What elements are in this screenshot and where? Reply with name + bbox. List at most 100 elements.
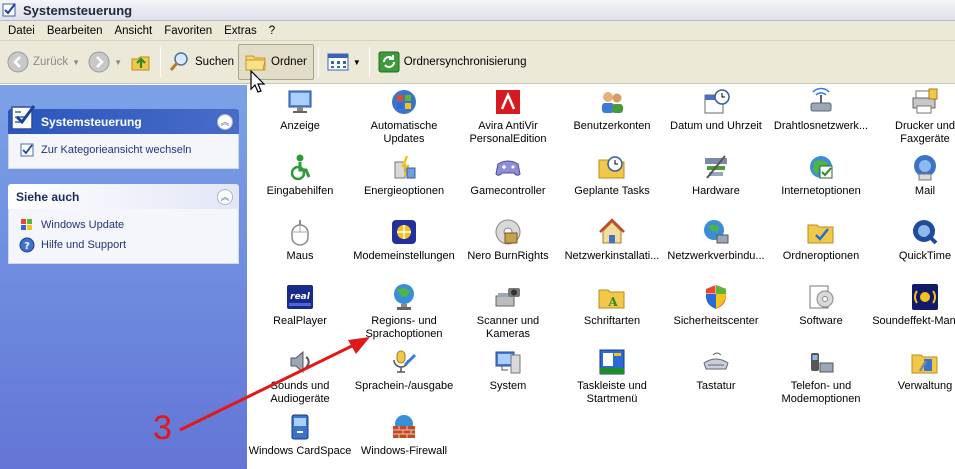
- control-panel-item[interactable]: Datum und Uhrzeit: [663, 87, 769, 133]
- control-panel-item-label: Datum und Uhrzeit: [670, 120, 762, 132]
- control-panel-item[interactable]: Verwaltung: [872, 347, 955, 393]
- wireless-icon: [810, 87, 832, 112]
- control-panel-item[interactable]: Regions- und Sprachoptionen: [351, 282, 457, 341]
- control-panel-item[interactable]: Automatische Updates: [351, 87, 457, 146]
- search-button[interactable]: Suchen: [165, 44, 238, 80]
- menu-help[interactable]: ?: [263, 25, 281, 37]
- control-panel-item[interactable]: Internetoptionen: [768, 152, 874, 198]
- menu-favoriten[interactable]: Favoriten: [158, 25, 218, 37]
- up-folder-button[interactable]: [126, 44, 156, 80]
- control-panel-item[interactable]: Telefon- und Modemoptionen: [768, 347, 874, 406]
- keyboard-icon: [703, 352, 729, 370]
- control-panel-item[interactable]: Software: [768, 282, 874, 328]
- control-panel-item-label: Scanner und Kameras: [476, 315, 540, 340]
- views-dropdown-icon[interactable]: ▼: [353, 58, 361, 67]
- up-folder-icon: [131, 56, 150, 71]
- control-panel-item-label: Windows CardSpace: [248, 445, 352, 457]
- firewall-icon: [393, 415, 415, 438]
- scanner-camera-icon: [495, 288, 520, 307]
- windows-update-label: Windows Update: [41, 219, 125, 231]
- collapse-chevron-icon[interactable]: ︽: [217, 188, 233, 205]
- windows-update-link[interactable]: Windows Update: [19, 215, 230, 235]
- folder-options-icon: [807, 224, 834, 244]
- help-and-support-label: Hilfe und Support: [41, 239, 126, 251]
- fonts-icon: A: [598, 289, 625, 309]
- control-panel-item[interactable]: Eingabehilfen: [247, 152, 353, 198]
- control-panel-item[interactable]: Scanner und Kameras: [455, 282, 561, 341]
- control-panel-item[interactable]: Netzwerkverbindu...: [663, 217, 769, 263]
- network-setup-icon: [599, 218, 625, 244]
- control-panel-item[interactable]: Modemeinstellungen: [351, 217, 457, 263]
- control-panel-item[interactable]: Sounds und Audiogeräte: [247, 347, 353, 406]
- control-panel-item[interactable]: Soundeffekt-Manager: [872, 282, 955, 328]
- control-panel-item-label: Avira AntiVir PersonalEdition: [469, 120, 547, 145]
- toolbar-separator: [317, 47, 319, 77]
- views-button[interactable]: ▼: [323, 44, 365, 80]
- control-panel-item-label: Telefon- und Modemoptionen: [781, 380, 861, 405]
- control-panel-item-label: Internetoptionen: [781, 185, 861, 197]
- control-panel-item[interactable]: Benutzerkonten: [559, 87, 665, 133]
- see-also-section-header[interactable]: Siehe auch ︽: [8, 184, 239, 209]
- task-pane: Systemsteuerung ︽ Zur Kategorieansicht w…: [0, 85, 247, 469]
- speech-icon: [393, 350, 417, 373]
- sync-icon: [378, 51, 400, 73]
- control-panel-item[interactable]: Tastatur: [663, 347, 769, 393]
- control-panel-item[interactable]: Energieoptionen: [351, 152, 457, 198]
- control-panel-item[interactable]: Drahtlosnetzwerk...: [768, 87, 874, 133]
- soundeffect-manager-icon: [912, 284, 938, 310]
- control-panel-item[interactable]: A Schriftarten: [559, 282, 665, 328]
- control-panel-item[interactable]: Geplante Tasks: [559, 152, 665, 198]
- control-panel-item-label: Tastatur: [696, 380, 736, 392]
- control-panel-icon: [2, 3, 16, 17]
- control-panel-item[interactable]: real RealPlayer: [247, 282, 353, 328]
- control-panel-item[interactable]: Ordneroptionen: [768, 217, 874, 263]
- control-panel-item[interactable]: Nero BurnRights: [455, 217, 561, 263]
- forward-button[interactable]: ▼: [84, 44, 126, 80]
- collapse-chevron-icon[interactable]: ︽: [217, 113, 233, 130]
- control-panel-item-label: Anzeige: [280, 120, 320, 132]
- control-panel-item-label: Sprachein-/ausgabe: [354, 380, 454, 392]
- internet-options-icon: [810, 156, 833, 179]
- control-panel-section-title: Systemsteuerung: [41, 114, 142, 129]
- control-panel-item[interactable]: Taskleiste und Startmenü: [559, 347, 665, 406]
- control-panel-item-label: Windows-Firewall: [360, 445, 448, 457]
- control-panel-item-label: Automatische Updates: [370, 120, 438, 145]
- help-and-support-link[interactable]: ? Hilfe und Support: [19, 235, 230, 255]
- control-panel-item-label: Netzwerkverbindu...: [667, 250, 765, 262]
- mouse-icon: [291, 220, 309, 246]
- control-panel-item[interactable]: Sicherheitscenter: [663, 282, 769, 328]
- menu-bearbeiten[interactable]: Bearbeiten: [41, 25, 109, 37]
- back-button[interactable]: Zurück ▼: [3, 44, 84, 80]
- control-panel-item[interactable]: Mail: [872, 152, 955, 198]
- control-panel-section-header[interactable]: Systemsteuerung ︽: [8, 105, 239, 134]
- control-panel-item[interactable]: System: [455, 347, 561, 393]
- back-label: Zurück: [33, 56, 69, 68]
- control-panel-item-label: QuickTime: [898, 250, 952, 262]
- control-panel-item[interactable]: QuickTime: [872, 217, 955, 263]
- menu-ansicht[interactable]: Ansicht: [108, 25, 158, 37]
- system-icon: [495, 351, 521, 374]
- mouse-cursor-icon: [250, 70, 266, 93]
- back-dropdown-icon[interactable]: ▼: [72, 58, 80, 67]
- control-panel-item[interactable]: Hardware: [663, 152, 769, 198]
- control-panel-item[interactable]: Sprachein-/ausgabe: [351, 347, 457, 393]
- switch-to-category-view-label: Zur Kategorieansicht wechseln: [41, 144, 192, 156]
- forward-dropdown-icon[interactable]: ▼: [114, 58, 122, 67]
- power-options-icon: [394, 155, 416, 179]
- control-panel-item-label: Software: [799, 315, 843, 327]
- control-panel-section: Systemsteuerung ︽ Zur Kategorieansicht w…: [8, 105, 239, 169]
- control-panel-item[interactable]: Netzwerkinstallati...: [559, 217, 665, 263]
- control-panel-item[interactable]: Maus: [247, 217, 353, 263]
- menu-extras[interactable]: Extras: [218, 25, 263, 37]
- control-panel-item[interactable]: Avira AntiVir PersonalEdition: [455, 87, 561, 146]
- control-panel-item[interactable]: Gamecontroller: [455, 152, 561, 198]
- control-panel-item-label: System: [489, 380, 527, 392]
- control-panel-item[interactable]: Windows-Firewall: [351, 412, 457, 458]
- switch-to-category-view-link[interactable]: Zur Kategorieansicht wechseln: [19, 140, 230, 160]
- folder-sync-button[interactable]: Ordnersynchronisierung: [374, 44, 531, 80]
- control-panel-item[interactable]: Windows CardSpace: [247, 412, 353, 458]
- menu-datei[interactable]: Datei: [2, 25, 41, 37]
- control-panel-item[interactable]: Drucker und Faxgeräte: [872, 87, 955, 146]
- control-panel-item-label: Sicherheitscenter: [673, 315, 759, 327]
- phone-modem-icon: [811, 353, 834, 373]
